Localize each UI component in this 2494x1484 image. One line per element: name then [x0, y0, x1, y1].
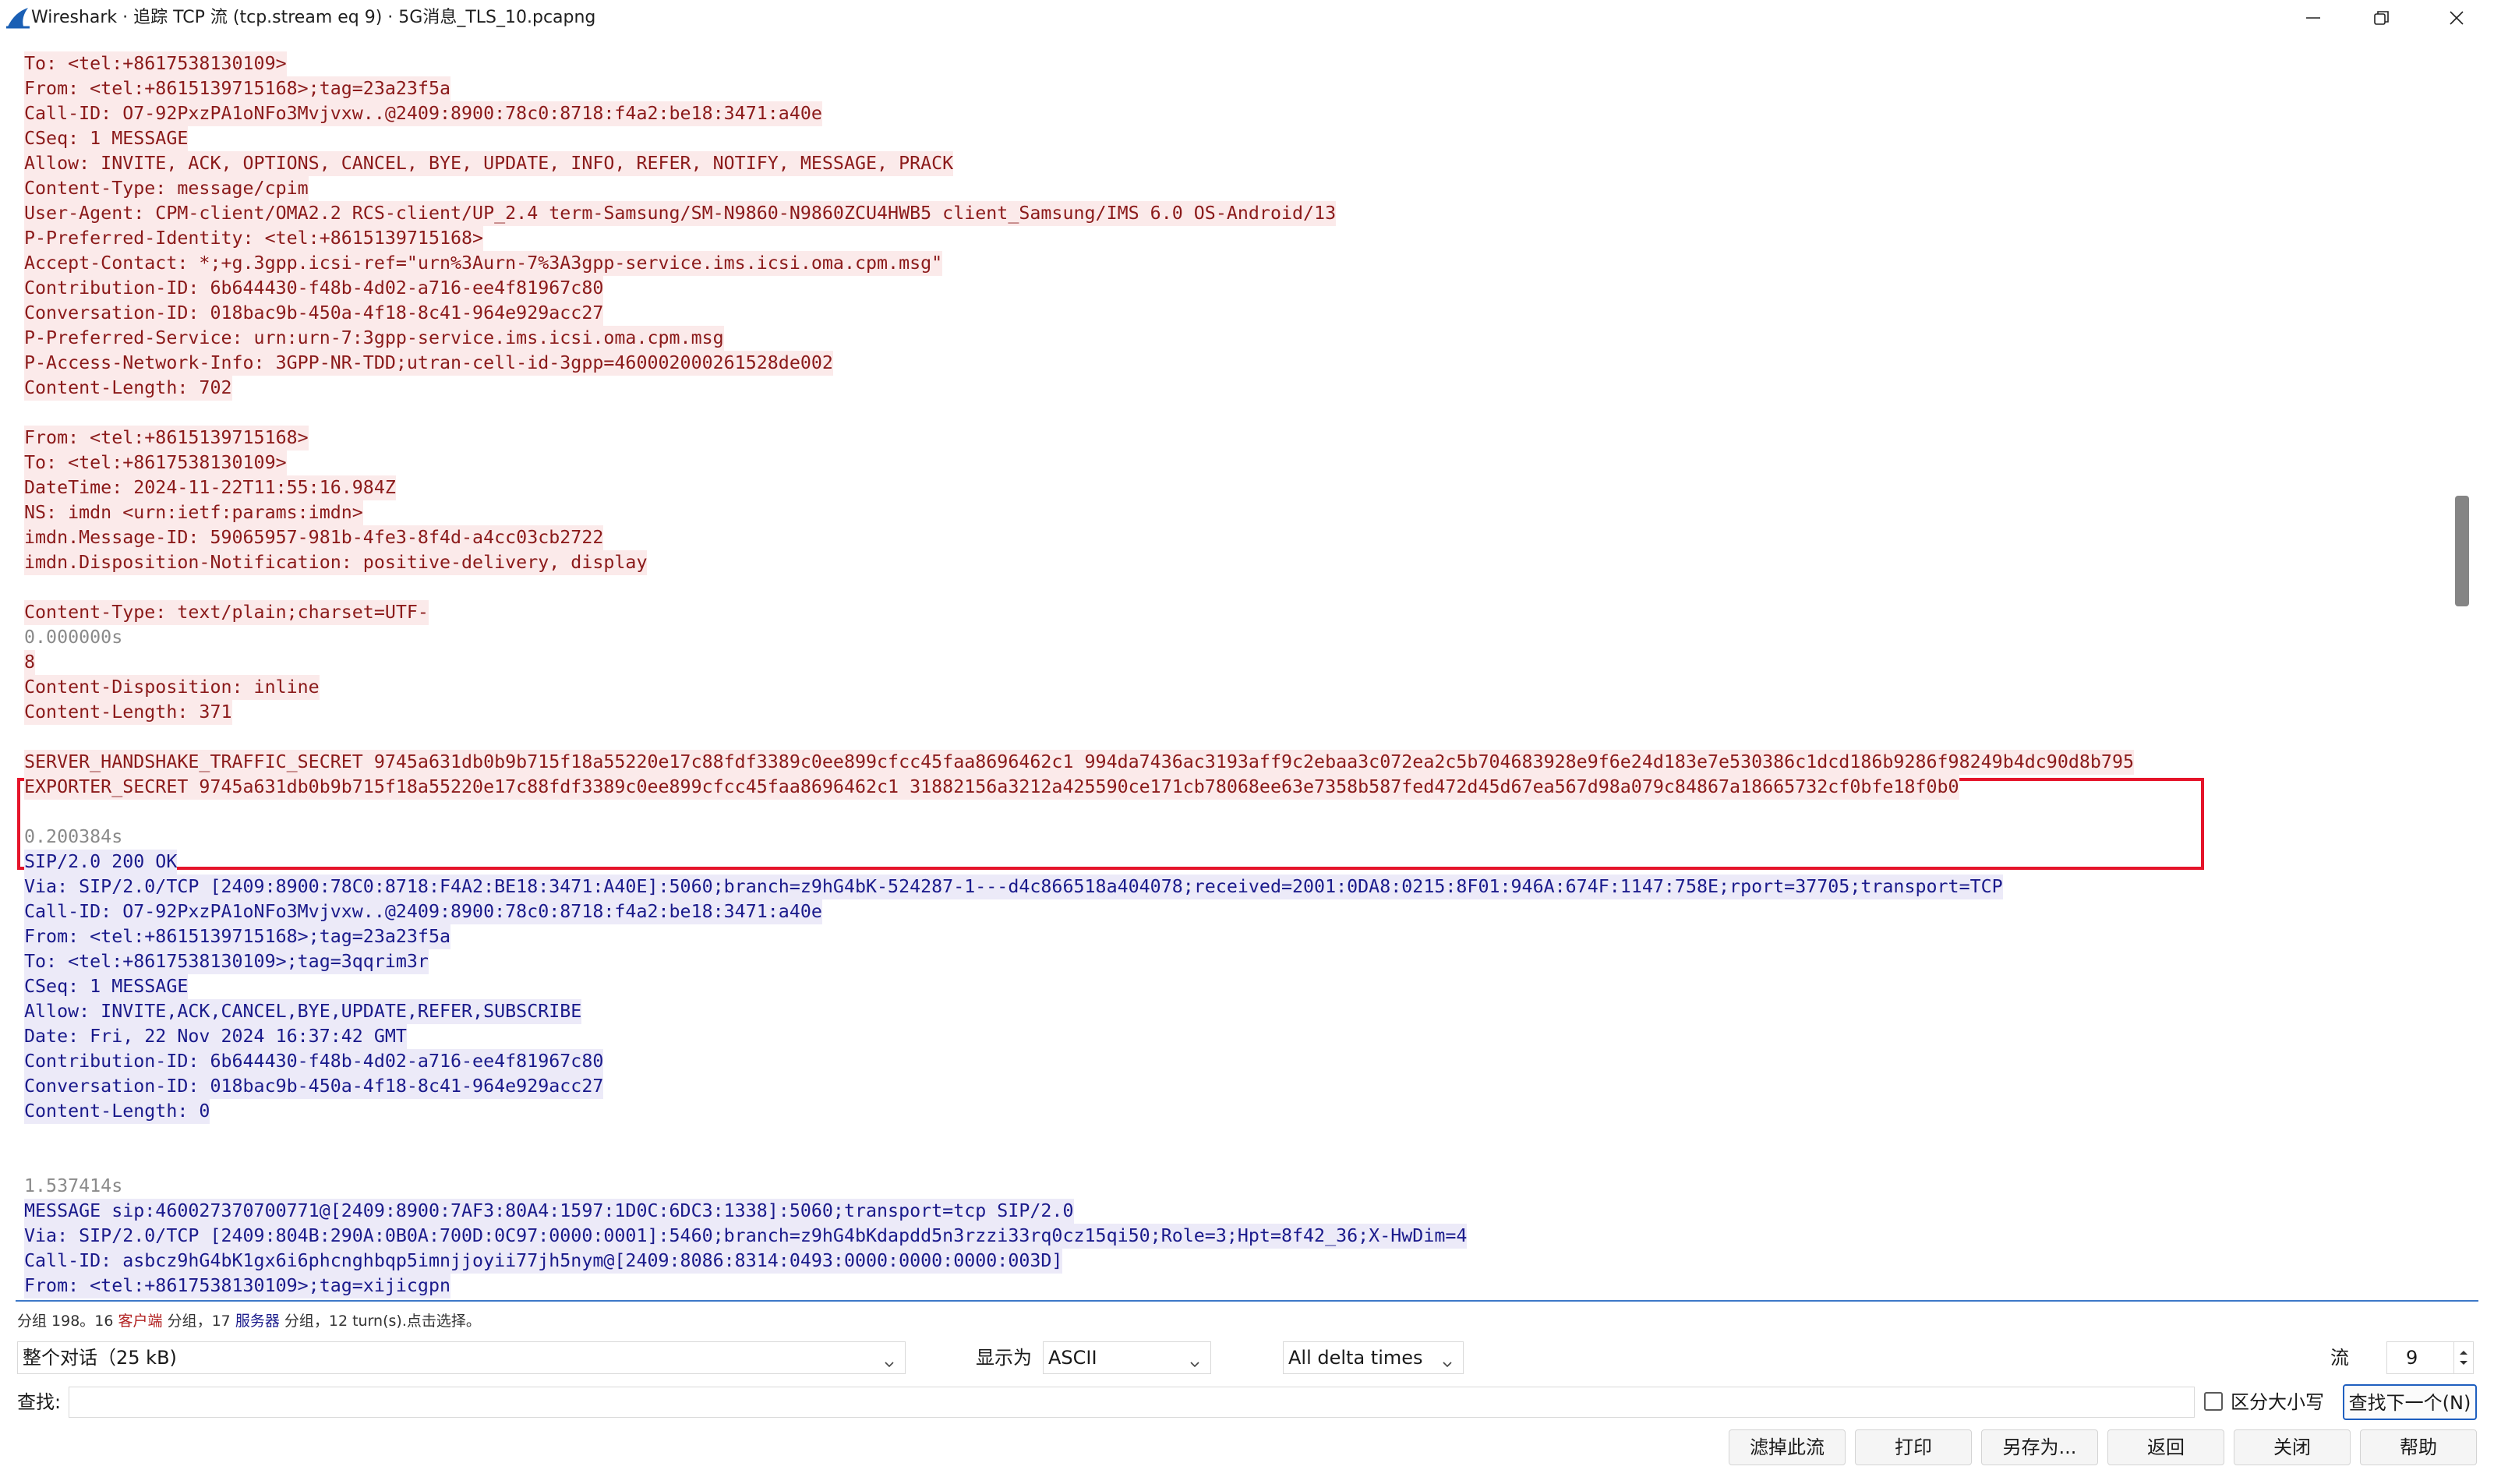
- server-text-line: Content-Length: 0: [24, 1099, 210, 1124]
- show-as-label: 显示为: [976, 1347, 1032, 1369]
- server-text-line: MESSAGE sip:460027370700771@[2409:8900:7…: [24, 1199, 1074, 1224]
- case-sensitive-checkbox[interactable]: [2204, 1392, 2223, 1411]
- server-text-line: Contribution-ID: 6b644430-f48b-4d02-a716…: [24, 1049, 604, 1074]
- find-label: 查找:: [17, 1391, 62, 1413]
- client-text-line: DateTime: 2024-11-22T11:55:16.984Z: [24, 475, 396, 500]
- server-text-line: CSeq: 1 MESSAGE: [24, 974, 189, 999]
- stream-number-spinbox[interactable]: 9: [2386, 1341, 2474, 1374]
- minimize-button[interactable]: [2279, 0, 2347, 36]
- client-text-line: Content-Length: 702: [24, 376, 232, 401]
- stream-number-value: 9: [2406, 1347, 2418, 1369]
- client-text-line: SERVER_HANDSHAKE_TRAFFIC_SECRET 9745a631…: [24, 750, 2135, 775]
- client-text-line: CSeq: 1 MESSAGE: [24, 126, 189, 151]
- client-text-line: To: <tel:+8617538130109>: [24, 51, 287, 76]
- timestamp-line: 1.537414s: [24, 1175, 123, 1196]
- back-button[interactable]: 返回: [2107, 1429, 2224, 1465]
- client-text-line: Accept-Contact: *;+g.3gpp.icsi-ref="urn%…: [24, 251, 943, 276]
- client-text-line: Content-Type: text/plain;charset=UTF-: [24, 600, 429, 625]
- client-text-line: Content-Length: 371: [24, 700, 232, 725]
- timestamp-line: 0.000000s: [24, 627, 123, 648]
- stream-text-area[interactable]: To: <tel:+8617538130109> From: <tel:+8615…: [0, 51, 2444, 1298]
- help-button[interactable]: 帮助: [2360, 1429, 2477, 1465]
- server-link[interactable]: 服务器: [235, 1313, 280, 1330]
- window-title: Wireshark · 追踪 TCP 流 (tcp.stream eq 9) ·…: [31, 8, 596, 27]
- vertical-scrollbar[interactable]: [2446, 51, 2469, 1298]
- conversation-select-value: 整个对话（25 kB): [23, 1347, 177, 1369]
- client-text-line: P-Preferred-Service: urn:urn-7:3gpp-serv…: [24, 326, 724, 351]
- scrollbar-thumb[interactable]: [2455, 496, 2469, 606]
- status-suffix: 分组，12 turn(s).点击选择。: [279, 1313, 481, 1330]
- delta-times-select[interactable]: All delta times: [1283, 1341, 1464, 1374]
- server-text-line: Call-ID: O7-92PxzPA1oNFo3Mvjvxw..@2409:8…: [24, 899, 822, 924]
- divider: [16, 1300, 2478, 1302]
- server-text-line: From: <tel:+8615139715168>;tag=23a23f5a: [24, 924, 451, 949]
- client-text-line: imdn.Message-ID: 59065957-981b-4fe3-8f4d…: [24, 525, 604, 550]
- server-text-line: Via: SIP/2.0/TCP [2409:8900:78C0:8718:F4…: [24, 874, 2003, 899]
- chevron-down-icon: [881, 1350, 897, 1373]
- restore-button[interactable]: [2347, 0, 2416, 36]
- save-as-button[interactable]: 另存为...: [1981, 1429, 2098, 1465]
- chevron-down-icon: [1440, 1350, 1455, 1373]
- close-window-button[interactable]: [2422, 0, 2491, 36]
- conversation-select[interactable]: 整个对话（25 kB): [17, 1341, 906, 1374]
- client-text-line: Call-ID: O7-92PxzPA1oNFo3Mvjvxw..@2409:8…: [24, 101, 822, 126]
- client-text-line: Content-Type: message/cpim: [24, 176, 309, 201]
- server-text-line: Allow: INVITE,ACK,CANCEL,BYE,UPDATE,REFE…: [24, 999, 582, 1024]
- show-as-select[interactable]: ASCII: [1043, 1341, 1211, 1374]
- status-text: 分组 198。16 客户端 分组，17 服务器 分组，12 turn(s).点击…: [17, 1308, 481, 1334]
- client-text-line: P-Preferred-Identity: <tel:+861513971516…: [24, 226, 484, 251]
- timestamp-line: 0.200384s: [24, 826, 123, 847]
- client-text-line: imdn.Disposition-Notification: positive-…: [24, 550, 648, 575]
- server-text-line: From: <tel:+8617538130109>;tag=xijicgpn: [24, 1274, 451, 1298]
- status-middle: 分组，17: [162, 1313, 235, 1330]
- client-text-line: Contribution-ID: 6b644430-f48b-4d02-a716…: [24, 276, 604, 301]
- chevron-down-icon: [1187, 1350, 1203, 1373]
- client-text-line: From: <tel:+8615139715168>;tag=23a23f5a: [24, 76, 451, 101]
- server-text-line: Conversation-ID: 018bac9b-450a-4f18-8c41…: [24, 1074, 604, 1099]
- close-button[interactable]: 关闭: [2234, 1429, 2351, 1465]
- client-text-line: EXPORTER_SECRET 9745a631db0b9b715f18a552…: [24, 775, 1959, 800]
- find-input[interactable]: [69, 1387, 2195, 1418]
- server-text-line: Call-ID: asbcz9hG4bK1gx6i6phcnghbqp5imnj…: [24, 1249, 1063, 1274]
- status-prefix: 分组 198。16: [17, 1313, 118, 1330]
- client-text-line: Conversation-ID: 018bac9b-450a-4f18-8c41…: [24, 301, 604, 326]
- client-text-line: 8: [24, 650, 36, 675]
- find-next-button[interactable]: 查找下一个(N): [2343, 1384, 2477, 1420]
- client-text-line: To: <tel:+8617538130109>: [24, 450, 287, 475]
- client-link[interactable]: 客户端: [118, 1313, 163, 1330]
- client-text-line: NS: imdn <urn:ietf:params:imdn>: [24, 500, 363, 525]
- show-as-value: ASCII: [1048, 1347, 1097, 1369]
- print-button[interactable]: 打印: [1855, 1429, 1972, 1465]
- client-text-line: Allow: INVITE, ACK, OPTIONS, CANCEL, BYE…: [24, 151, 954, 176]
- filter-out-stream-button[interactable]: 滤掉此流: [1729, 1429, 1846, 1465]
- client-text-line: User-Agent: CPM-client/OMA2.2 RCS-client…: [24, 201, 1337, 226]
- case-sensitive-label: 区分大小写: [2231, 1391, 2324, 1413]
- title-bar: Wireshark · 追踪 TCP 流 (tcp.stream eq 9) ·…: [0, 0, 2494, 36]
- server-text-line: Via: SIP/2.0/TCP [2409:804B:290A:0B0A:70…: [24, 1224, 1468, 1249]
- stream-label: 流: [2330, 1347, 2349, 1369]
- client-text-line: P-Access-Network-Info: 3GPP-NR-TDD;utran…: [24, 351, 833, 376]
- client-text-line: Content-Disposition: inline: [24, 675, 320, 700]
- delta-times-value: All delta times: [1288, 1347, 1423, 1369]
- client-text-line: From: <tel:+8615139715168>: [24, 426, 309, 450]
- spin-arrows[interactable]: [2453, 1342, 2473, 1373]
- server-text-line: SIP/2.0 200 OK: [24, 850, 178, 874]
- wireshark-fin-icon: [5, 6, 31, 30]
- server-text-line: To: <tel:+8617538130109>;tag=3qqrim3r: [24, 949, 429, 974]
- server-text-line: Date: Fri, 22 Nov 2024 16:37:42 GMT: [24, 1024, 407, 1049]
